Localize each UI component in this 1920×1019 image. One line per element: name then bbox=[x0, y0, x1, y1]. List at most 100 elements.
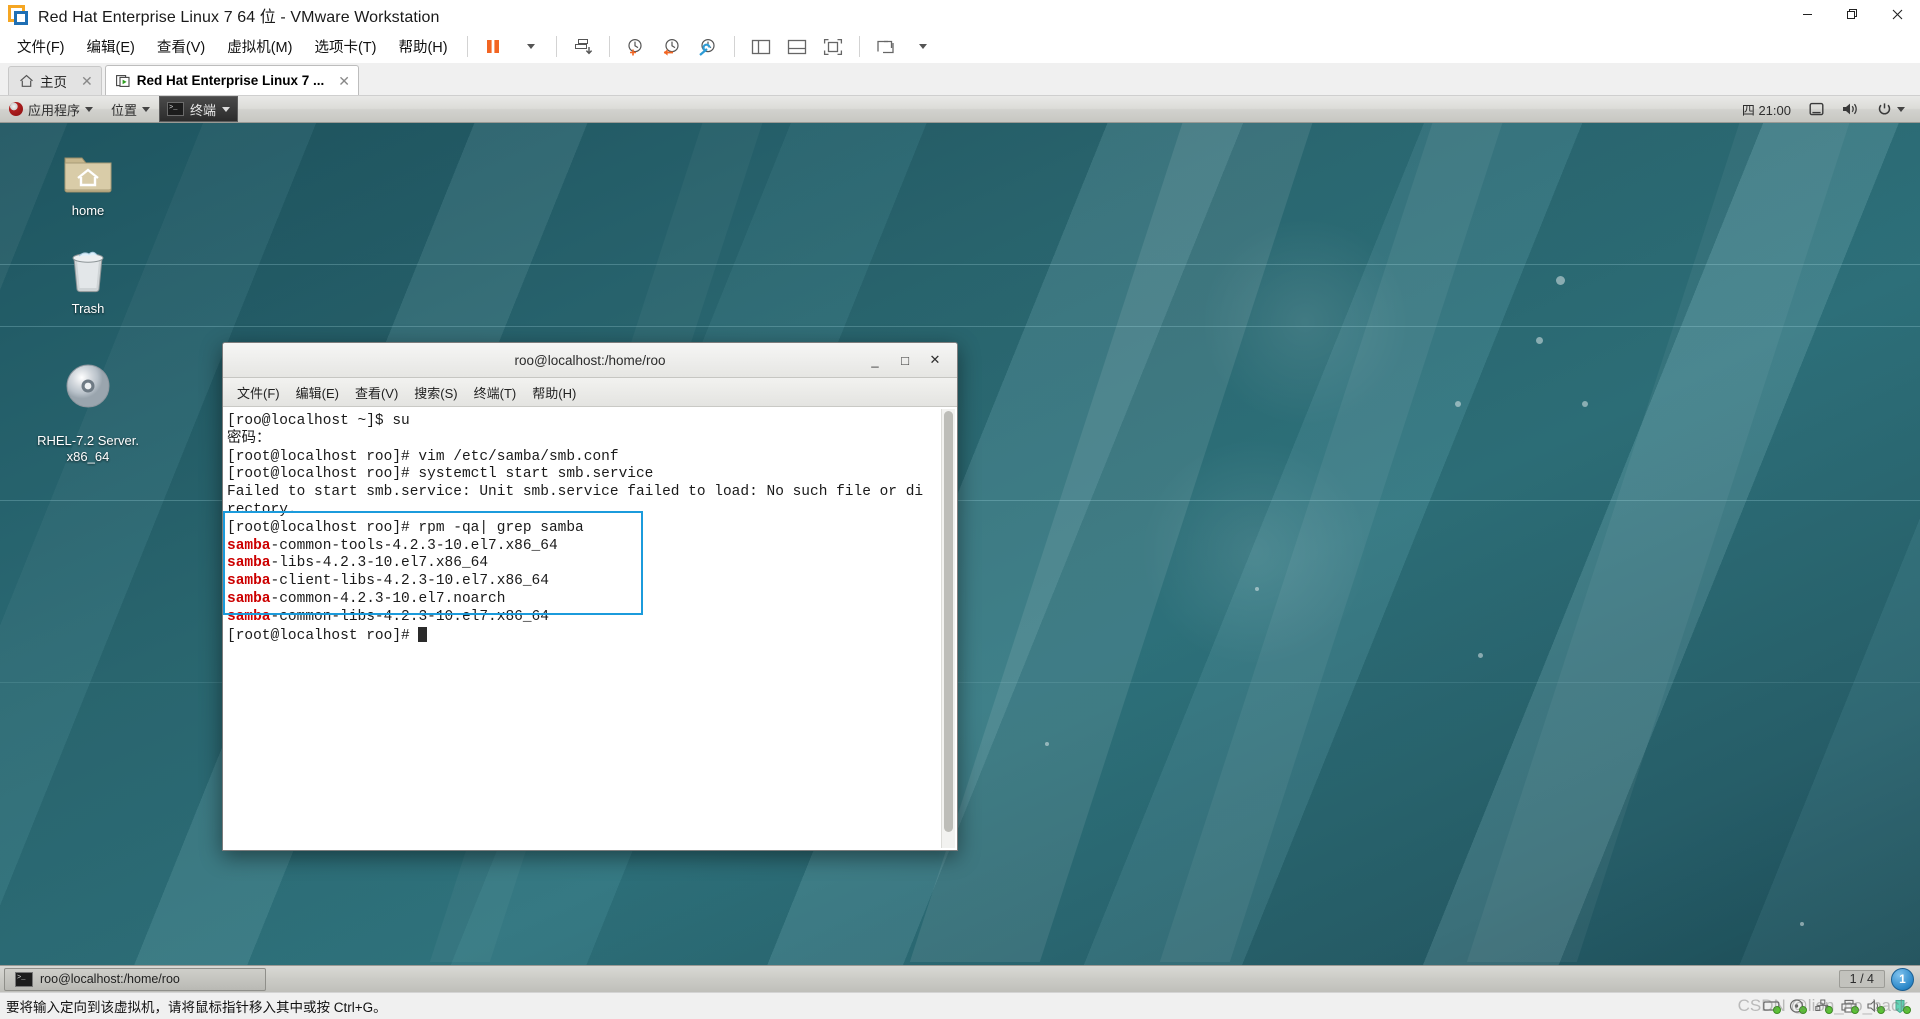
minimize-button[interactable] bbox=[1785, 0, 1830, 29]
power-menu[interactable] bbox=[1868, 96, 1914, 122]
sound-icon[interactable] bbox=[1867, 999, 1885, 1014]
applications-menu-label: 应用程序 bbox=[28, 102, 81, 118]
taskbar-window-terminal[interactable]: >_ roo@localhost:/home/roo bbox=[4, 967, 266, 991]
desktop-icon-trash-label: Trash bbox=[71, 301, 105, 316]
vmware-logo-icon bbox=[8, 4, 28, 25]
tab-home[interactable]: 主页 ✕ bbox=[8, 66, 102, 95]
grep-match: samba bbox=[227, 537, 271, 554]
usb-icon[interactable] bbox=[1893, 999, 1911, 1014]
terminal-titlebar: roo@localhost:/home/roo _ □ ✕ bbox=[223, 343, 957, 378]
desktop-icon-rhel-iso[interactable]: RHEL-7.2 Server. x86_64 bbox=[28, 344, 148, 481]
disc-icon bbox=[28, 360, 148, 412]
vm-console-viewport[interactable]: 应用程序 位置 >_ 终端 四 21:00 home Trash RHEL-7.… bbox=[0, 96, 1920, 992]
applications-menu[interactable]: 应用程序 bbox=[0, 96, 102, 122]
terminal-output[interactable]: [roo@localhost ~]$ su 密码： [root@localhos… bbox=[223, 407, 957, 850]
edit-snapshot-button[interactable] bbox=[690, 33, 726, 61]
statusbar-hint: 要将输入定向到该虚拟机，请将鼠标指针移入其中或按 Ctrl+G。 bbox=[6, 1000, 387, 1015]
terminal-close-button[interactable]: ✕ bbox=[927, 352, 943, 368]
desktop-icon-home-label: home bbox=[71, 203, 105, 218]
show-console-button[interactable] bbox=[779, 33, 815, 61]
workspace-current-badge[interactable]: 1 bbox=[1891, 967, 1914, 991]
workspace-count-label[interactable]: 1 / 4 bbox=[1838, 970, 1885, 988]
terminal-menu-terminal[interactable]: 终端(T) bbox=[466, 380, 525, 405]
active-window-menu[interactable]: >_ 终端 bbox=[159, 96, 239, 122]
snapshot-manager-button[interactable] bbox=[565, 33, 601, 61]
show-library-button[interactable] bbox=[743, 33, 779, 61]
trash-icon bbox=[36, 244, 140, 296]
terminal-line-samba: samba-common-libs-4.2.3-10.el7.x86_64 bbox=[227, 608, 549, 625]
revert-snapshot-button[interactable] bbox=[654, 33, 690, 61]
clock[interactable]: 四 21:00 bbox=[1733, 96, 1800, 122]
unity-dropdown-button[interactable] bbox=[904, 33, 940, 61]
menu-view[interactable]: 查看(V) bbox=[146, 31, 216, 62]
vmware-workstation-window: Red Hat Enterprise Linux 7 64 位 - VMware… bbox=[0, 0, 1920, 1019]
terminal-prompt-line: [root@localhost roo]# bbox=[227, 626, 957, 646]
menu-tabs[interactable]: 选项卡(T) bbox=[303, 31, 387, 62]
chevron-down-icon bbox=[85, 106, 94, 112]
terminal-line-samba: samba-libs-4.2.3-10.el7.x86_64 bbox=[227, 555, 489, 572]
terminal-menu-file[interactable]: 文件(F) bbox=[229, 380, 288, 405]
grep-match: samba bbox=[227, 590, 271, 607]
taskbar-window-label: roo@localhost:/home/roo bbox=[40, 972, 180, 986]
notification-indicator[interactable] bbox=[1800, 96, 1833, 122]
toolbar-separator bbox=[466, 36, 468, 57]
panel-status-area: 四 21:00 bbox=[1733, 96, 1920, 122]
terminal-menu-help[interactable]: 帮助(H) bbox=[524, 380, 584, 405]
chevron-down-icon bbox=[222, 106, 231, 112]
desktop-icon-home[interactable]: home bbox=[36, 146, 140, 219]
hdd-icon[interactable] bbox=[1763, 999, 1781, 1014]
tab-strip: 主页 ✕ Red Hat Enterprise Linux 7 ... ✕ bbox=[0, 63, 1920, 96]
tab-home-close-icon[interactable]: ✕ bbox=[81, 74, 93, 88]
tab-rhel-vm-close-icon[interactable]: ✕ bbox=[338, 74, 350, 88]
suspend-button[interactable] bbox=[476, 33, 512, 61]
desktop-icon-rhel-iso-label: RHEL-7.2 Server. x86_64 bbox=[37, 433, 139, 464]
terminal-window[interactable]: roo@localhost:/home/roo _ □ ✕ 文件(F) 编辑(E… bbox=[222, 342, 958, 851]
menu-vm[interactable]: 虚拟机(M) bbox=[216, 31, 303, 62]
terminal-line-samba: samba-client-libs-4.2.3-10.el7.x86_64 bbox=[227, 573, 549, 590]
close-button[interactable] bbox=[1875, 0, 1920, 29]
take-snapshot-button[interactable] bbox=[618, 33, 654, 61]
places-menu-label: 位置 bbox=[111, 102, 138, 118]
chevron-down-icon bbox=[918, 44, 927, 49]
terminal-line: [root@localhost roo]# systemctl start sm… bbox=[227, 466, 654, 483]
printer-icon[interactable] bbox=[1841, 999, 1859, 1014]
menu-file[interactable]: 文件(F) bbox=[6, 31, 76, 62]
terminal-minimize-button[interactable]: _ bbox=[867, 353, 883, 368]
statusbar-device-icons bbox=[1763, 999, 1920, 1014]
restore-button[interactable] bbox=[1830, 0, 1875, 29]
volume-indicator[interactable] bbox=[1833, 96, 1868, 122]
tab-rhel-vm-label: Red Hat Enterprise Linux 7 ... bbox=[136, 73, 325, 88]
grep-match: samba bbox=[227, 608, 271, 625]
places-menu[interactable]: 位置 bbox=[102, 96, 159, 122]
unity-mode-button[interactable] bbox=[868, 33, 904, 61]
grep-match: samba bbox=[227, 573, 271, 590]
home-icon bbox=[19, 74, 34, 88]
terminal-line: [roo@localhost ~]$ su bbox=[227, 413, 410, 429]
terminal-menubar: 文件(F) 编辑(E) 查看(V) 搜索(S) 终端(T) 帮助(H) bbox=[223, 378, 957, 407]
terminal-scrollbar-thumb[interactable] bbox=[944, 411, 953, 833]
toolbar-separator bbox=[608, 36, 610, 57]
terminal-line: 密码： bbox=[227, 430, 271, 447]
terminal-menu-search[interactable]: 搜索(S) bbox=[406, 380, 465, 405]
desktop-icon-trash[interactable]: Trash bbox=[36, 244, 140, 317]
terminal-icon: >_ bbox=[15, 971, 33, 987]
tab-rhel-vm[interactable]: Red Hat Enterprise Linux 7 ... ✕ bbox=[104, 65, 360, 95]
cd-icon[interactable] bbox=[1789, 999, 1807, 1014]
terminal-menu-view[interactable]: 查看(V) bbox=[347, 380, 406, 405]
terminal-scrollbar[interactable] bbox=[941, 409, 955, 848]
terminal-maximize-button[interactable]: □ bbox=[897, 353, 913, 368]
active-window-label: 终端 bbox=[190, 102, 217, 118]
menu-help[interactable]: 帮助(H) bbox=[387, 31, 458, 62]
terminal-window-buttons: _ □ ✕ bbox=[867, 352, 957, 368]
clock-label: 四 21:00 bbox=[1741, 102, 1791, 118]
power-dropdown-button[interactable] bbox=[512, 33, 548, 61]
menu-edit[interactable]: 编辑(E) bbox=[76, 31, 146, 62]
terminal-line: Failed to start smb.service: Unit smb.se… bbox=[227, 484, 924, 501]
terminal-line-samba: samba-common-4.2.3-10.el7.noarch bbox=[227, 590, 506, 607]
network-icon[interactable] bbox=[1815, 999, 1833, 1014]
chevron-down-icon bbox=[526, 44, 535, 49]
fullscreen-button[interactable] bbox=[815, 33, 851, 61]
terminal-menu-edit[interactable]: 编辑(E) bbox=[288, 380, 347, 405]
terminal-icon: >_ bbox=[167, 102, 185, 116]
grep-match: samba bbox=[227, 555, 271, 572]
